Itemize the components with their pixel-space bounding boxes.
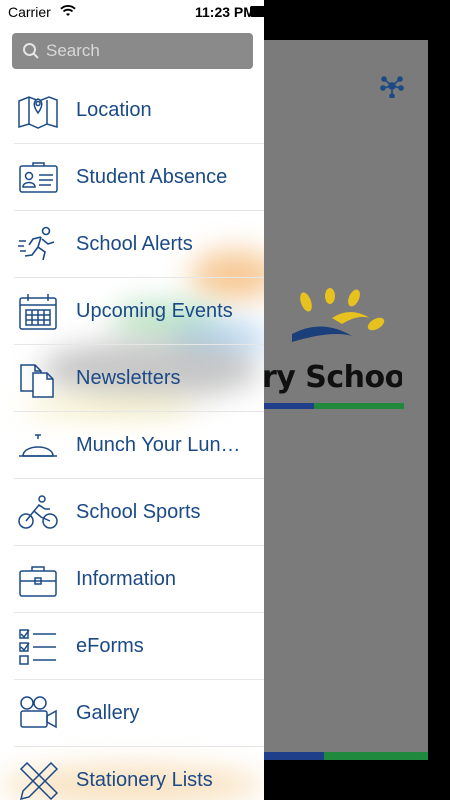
status-bar: Carrier 11:23 PM — [0, 0, 264, 24]
menu-item-school-sports[interactable]: School Sports — [0, 479, 264, 546]
documents-icon — [20, 364, 54, 398]
search-input[interactable] — [46, 33, 246, 69]
checklist-icon — [19, 629, 56, 665]
carrier-label: Carrier — [8, 4, 51, 20]
logo-stripe-green — [314, 403, 404, 409]
menu-item-newsletters[interactable]: Newsletters — [0, 345, 264, 412]
menu-item-stationery-lists[interactable]: Stationery Lists — [0, 747, 264, 800]
menu-item-student-absence[interactable]: Student Absence — [0, 144, 264, 211]
footer-stripe-green — [324, 752, 428, 760]
menu-item-school-alerts[interactable]: School Alerts — [0, 211, 264, 278]
menu-item-label: Newsletters — [76, 367, 181, 389]
calendar-icon — [19, 294, 57, 330]
video-camera-icon — [20, 696, 57, 729]
background-page[interactable] — [262, 40, 428, 760]
clock-time: 11:23 PM — [195, 4, 255, 20]
cyclist-icon — [18, 495, 58, 529]
briefcase-icon — [19, 566, 57, 597]
menu-item-label: Student Absence — [76, 166, 228, 188]
menu-item-label: Munch Your Lun… — [76, 434, 241, 456]
id-card-icon — [19, 162, 58, 193]
menu-item-label: Location — [76, 99, 152, 121]
school-logo-sun — [292, 288, 385, 342]
map-location-icon — [18, 96, 58, 129]
ruler-pencil-icon — [19, 761, 59, 800]
menu-item-information[interactable]: Information — [0, 546, 264, 613]
wifi-icon — [60, 5, 76, 16]
search-bar[interactable] — [12, 33, 253, 69]
search-icon — [23, 43, 39, 59]
menu-item-label: Gallery — [76, 702, 140, 724]
menu-item-label: Stationery Lists — [76, 769, 213, 791]
menu-item-label: School Sports — [76, 501, 201, 523]
school-logo-text: ry School — [262, 360, 402, 395]
menu-item-eforms[interactable]: eForms — [0, 613, 264, 680]
menu-item-location[interactable]: Location — [0, 77, 264, 144]
menu-list: Location Student Absence School Alerts U… — [0, 77, 264, 800]
menu-item-label: School Alerts — [76, 233, 193, 255]
menu-item-upcoming-events[interactable]: Upcoming Events — [0, 278, 264, 345]
battery-icon — [250, 6, 264, 17]
footer-stripe-blue — [262, 752, 324, 760]
menu-item-gallery[interactable]: Gallery — [0, 680, 264, 747]
side-drawer: Carrier 11:23 PM Location — [0, 0, 264, 800]
menu-item-label: eForms — [76, 635, 144, 657]
menu-item-label: Upcoming Events — [76, 300, 233, 322]
service-bell-icon — [19, 434, 57, 457]
menu-item-label: Information — [76, 568, 177, 590]
network-icon[interactable] — [380, 74, 404, 98]
menu-item-munch-your-lunch[interactable]: Munch Your Lun… — [0, 412, 264, 479]
runner-icon — [18, 226, 55, 261]
logo-stripe-blue — [262, 403, 314, 409]
